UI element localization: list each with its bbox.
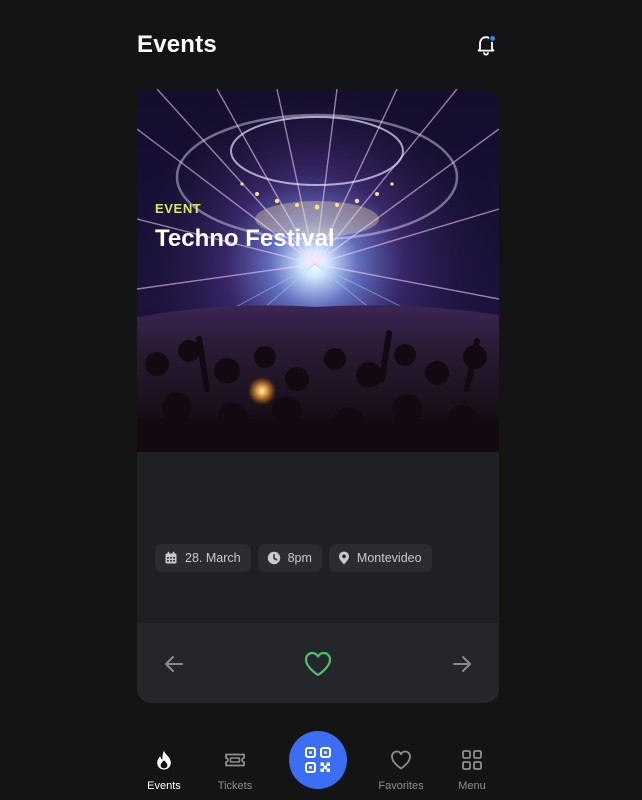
tab-favorites-label: Favorites: [378, 780, 424, 792]
header: Events: [137, 26, 499, 66]
event-time: 8pm: [287, 551, 312, 565]
grid-icon: [462, 750, 482, 770]
ticket-icon: [225, 753, 245, 767]
event-card[interactable]: EVENT Techno Festival 28. March 8pm Mont…: [137, 89, 499, 703]
tab-tickets-label: Tickets: [217, 780, 253, 792]
tab-events[interactable]: Events: [134, 748, 194, 792]
events-screen: Events EVENT Techno Festival 28. March 8…: [0, 0, 642, 800]
clock-icon: [267, 551, 280, 565]
tab-menu[interactable]: Menu: [442, 748, 502, 792]
event-meta: 28. March 8pm Montevideo: [155, 544, 432, 572]
event-image: [137, 89, 499, 452]
arrow-right-icon: [453, 656, 471, 672]
tab-favorites[interactable]: Favorites: [371, 748, 431, 792]
event-title: Techno Festival: [155, 225, 335, 252]
qr-code-icon: [305, 747, 331, 773]
location-chip: Montevideo: [328, 544, 432, 572]
card-actions: [137, 623, 499, 703]
event-category: EVENT: [155, 201, 202, 216]
notification-dot: [489, 34, 497, 43]
previous-event-button[interactable]: [162, 652, 186, 676]
event-date: 28. March: [185, 551, 241, 565]
page-title: Events: [137, 31, 217, 58]
time-chip: 8pm: [257, 544, 322, 572]
notifications-button[interactable]: [473, 32, 499, 58]
tab-events-label: Events: [147, 780, 181, 792]
heart-icon: [304, 651, 332, 677]
map-pin-icon: [338, 551, 349, 565]
flame-icon: [157, 750, 171, 770]
heart-icon: [391, 750, 411, 770]
event-location: Montevideo: [356, 551, 422, 565]
next-event-button[interactable]: [450, 652, 474, 676]
bottom-tab-bar: Events Tickets Favorites Menu: [137, 730, 499, 800]
date-chip: 28. March: [155, 544, 251, 572]
bell-icon: [477, 34, 497, 56]
calendar-icon: [165, 551, 177, 564]
tab-menu-label: Menu: [458, 780, 486, 792]
scan-qr-button[interactable]: [289, 731, 347, 789]
arrow-left-icon: [165, 656, 183, 672]
favorite-button[interactable]: [303, 650, 333, 678]
tab-tickets[interactable]: Tickets: [205, 748, 265, 792]
